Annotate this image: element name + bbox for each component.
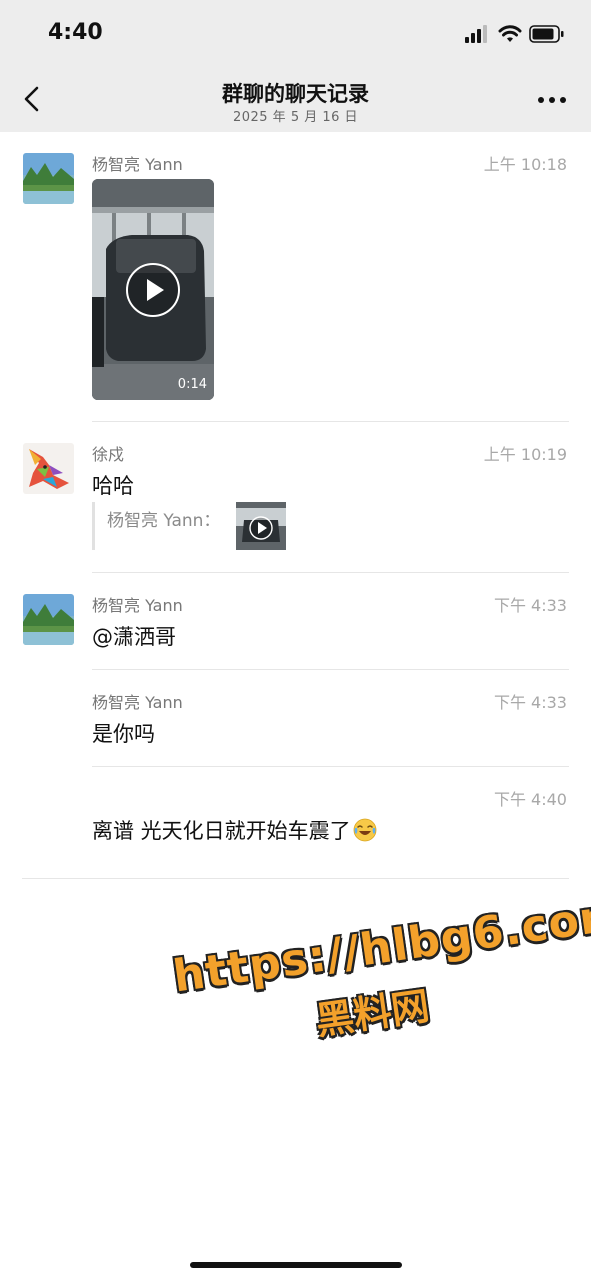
quoted-message[interactable]: 杨智亮 Yann： — [92, 502, 295, 550]
message-text: @潇洒哥 — [92, 625, 176, 649]
wifi-icon — [498, 25, 522, 42]
message-text-content: 离谱 光天化日就开始车震了 — [92, 819, 351, 843]
quote-video-thumb[interactable] — [236, 502, 286, 550]
divider — [92, 766, 569, 767]
video-message[interactable]: 0:14 — [92, 179, 214, 400]
divider — [22, 878, 569, 879]
divider — [92, 669, 569, 670]
nav-bar: 群聊的聊天记录 2025 年 5 月 16 日 — [0, 70, 591, 132]
play-icon[interactable] — [125, 262, 181, 318]
message-text: 哈哈 — [92, 474, 134, 498]
signal-icon — [465, 25, 487, 43]
battery-icon — [529, 25, 564, 43]
sender-name: 杨智亮 Yann — [92, 693, 183, 712]
watermark-name: 黑料网 — [313, 983, 433, 1044]
home-indicator[interactable] — [190, 1262, 402, 1268]
video-frame — [236, 502, 286, 550]
message-text: 离谱 光天化日就开始车震了 — [92, 815, 377, 845]
sender-name: 徐戍 — [92, 445, 125, 464]
sender-name: 杨智亮 Yann — [92, 596, 183, 615]
status-time: 4:40 — [48, 20, 103, 45]
divider — [92, 572, 569, 573]
video-duration: 0:14 — [177, 377, 207, 392]
divider — [92, 421, 569, 422]
status-icons — [465, 24, 565, 48]
more-button[interactable] — [537, 88, 567, 112]
landscape-avatar — [23, 153, 74, 204]
more-dots-icon — [538, 97, 566, 103]
message-time: 下午 4:33 — [493, 596, 567, 615]
laughing-crying-emoji — [353, 818, 377, 842]
message-time: 下午 4:33 — [493, 693, 567, 712]
avatar[interactable] — [23, 594, 74, 645]
message-text: 是你吗 — [92, 722, 155, 746]
watermark: https://hlbg6.com 黑料网 — [170, 888, 591, 1081]
quote-sender: 杨智亮 Yann： — [107, 511, 221, 531]
fox-avatar — [23, 443, 74, 494]
avatar[interactable] — [23, 443, 74, 494]
landscape-avatar — [23, 594, 74, 645]
message-time: 下午 4:40 — [493, 790, 567, 809]
page-date: 2025 年 5 月 16 日 — [232, 110, 359, 125]
page-title: 群聊的聊天记录 — [222, 82, 369, 106]
status-bar: 4:40 — [0, 0, 591, 70]
message-time: 上午 10:18 — [483, 155, 567, 174]
sender-name: 杨智亮 Yann — [92, 155, 183, 174]
message-time: 上午 10:19 — [483, 445, 567, 464]
avatar[interactable] — [23, 153, 74, 204]
